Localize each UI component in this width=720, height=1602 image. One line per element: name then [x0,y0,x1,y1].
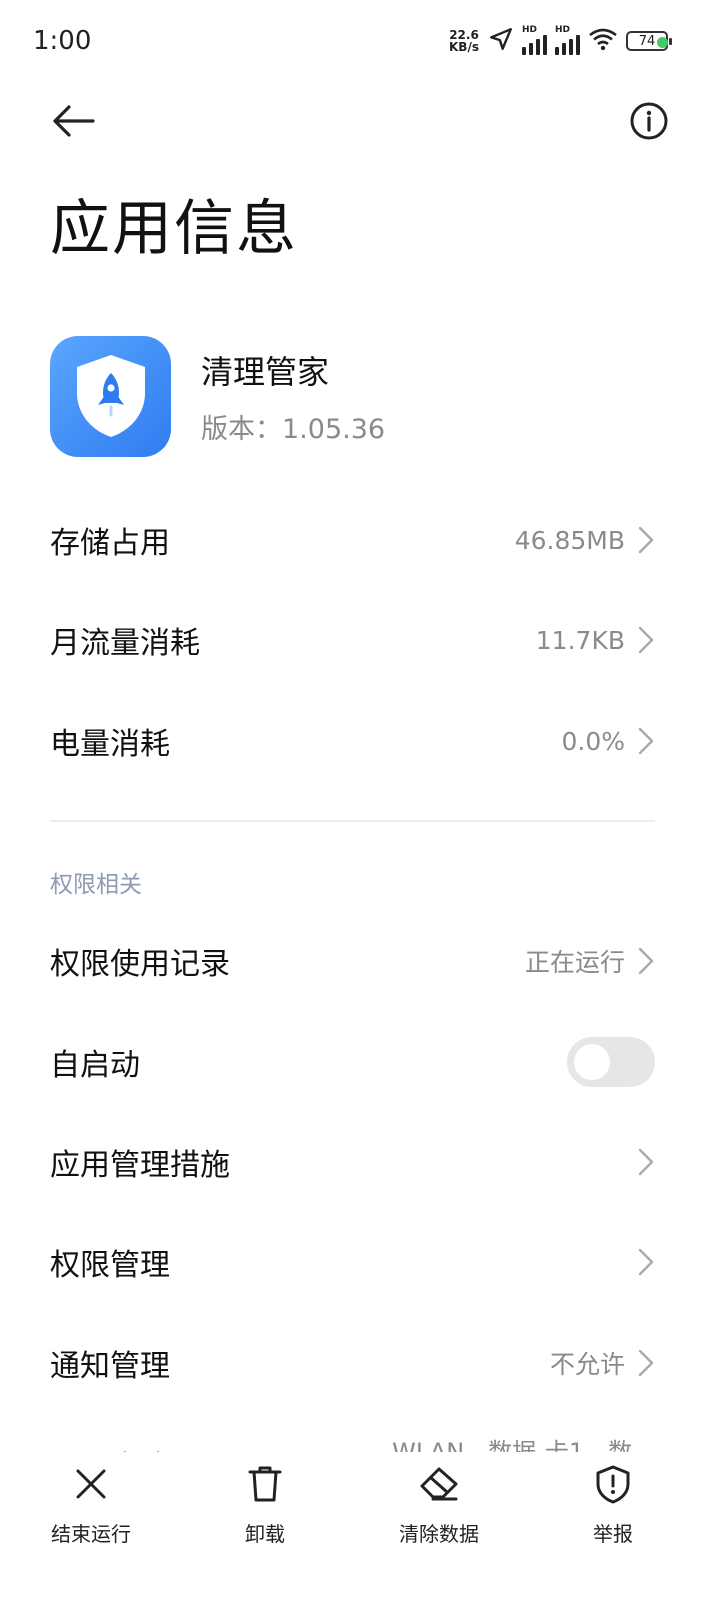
privacy-indicator-dot [657,37,668,48]
notification-label: 通知管理 [50,1349,170,1384]
bottom-action-bar: 结束运行 卸载 清除数据 举报 [0,1452,720,1602]
info-icon [630,102,668,140]
chevron-right-icon [637,1147,655,1177]
permission-usage-value: 正在运行 [524,948,625,977]
app-header: 清理管家 版本：1.05.36 [50,335,385,457]
battery-usage-row[interactable]: 电量消耗 0.0% [50,701,655,781]
autostart-toggle[interactable] [567,1037,655,1087]
section-label-permissions: 权限相关 [50,872,142,898]
location-icon [488,26,514,56]
app-name: 清理管家 [201,352,330,391]
app-icon [50,335,171,457]
wifi-icon [588,27,618,55]
shield-alert-icon [591,1462,635,1506]
autostart-row: 自启动 [50,1022,655,1102]
top-bar [0,90,720,150]
shield-rocket-icon [76,355,145,437]
data-usage-row[interactable]: 月流量消耗 11.7KB [50,600,655,680]
autostart-label: 自启动 [50,1048,140,1083]
storage-value: 46.85MB [514,525,625,555]
notification-value: 不允许 [549,1350,625,1379]
page-title: 应用信息 [50,194,298,264]
permission-usage-row[interactable]: 权限使用记录 正在运行 [50,921,655,1001]
back-arrow-icon [53,105,95,137]
permission-usage-label: 权限使用记录 [50,947,230,982]
status-time: 1:00 [33,26,92,56]
network-speed: 22.6 KB/s [449,28,479,54]
permission-management-row[interactable]: 权限管理 [50,1222,655,1302]
battery-usage-value: 0.0% [561,726,625,756]
chevron-right-icon [637,1247,655,1277]
signal-sim1-icon: HD [522,25,547,55]
status-icons: 22.6 KB/s HD HD 74 [448,25,672,56]
data-usage-label: 月流量消耗 [50,626,200,661]
force-stop-button[interactable]: 结束运行 [21,1462,161,1547]
chevron-right-icon [637,525,655,555]
trash-icon [243,1462,287,1506]
section-divider [50,820,655,822]
chevron-right-icon [637,1348,655,1378]
app-meta: 清理管家 版本：1.05.36 [201,347,385,446]
eraser-icon [417,1462,461,1506]
data-usage-value: 11.7KB [535,625,625,655]
permission-management-label: 权限管理 [50,1248,170,1283]
app-management-label: 应用管理措施 [50,1148,230,1183]
back-button[interactable] [48,96,98,146]
clear-data-button[interactable]: 清除数据 [369,1462,509,1547]
report-button[interactable]: 举报 [543,1462,683,1547]
chevron-right-icon [637,726,655,756]
storage-row[interactable]: 存储占用 46.85MB [50,500,655,580]
close-icon [69,1462,113,1506]
status-bar: 1:00 22.6 KB/s HD HD 74 [0,0,720,84]
app-version: 版本：1.05.36 [201,413,386,445]
toggle-knob [574,1044,610,1080]
notification-row[interactable]: 通知管理 不允许 [50,1323,655,1403]
signal-sim2-icon: HD [555,25,580,55]
chevron-right-icon [637,625,655,655]
storage-label: 存储占用 [50,526,170,561]
info-button[interactable] [624,96,674,146]
app-management-row[interactable]: 应用管理措施 [50,1122,655,1202]
chevron-right-icon [637,946,655,976]
battery-usage-label: 电量消耗 [50,727,170,762]
uninstall-button[interactable]: 卸载 [195,1462,335,1547]
